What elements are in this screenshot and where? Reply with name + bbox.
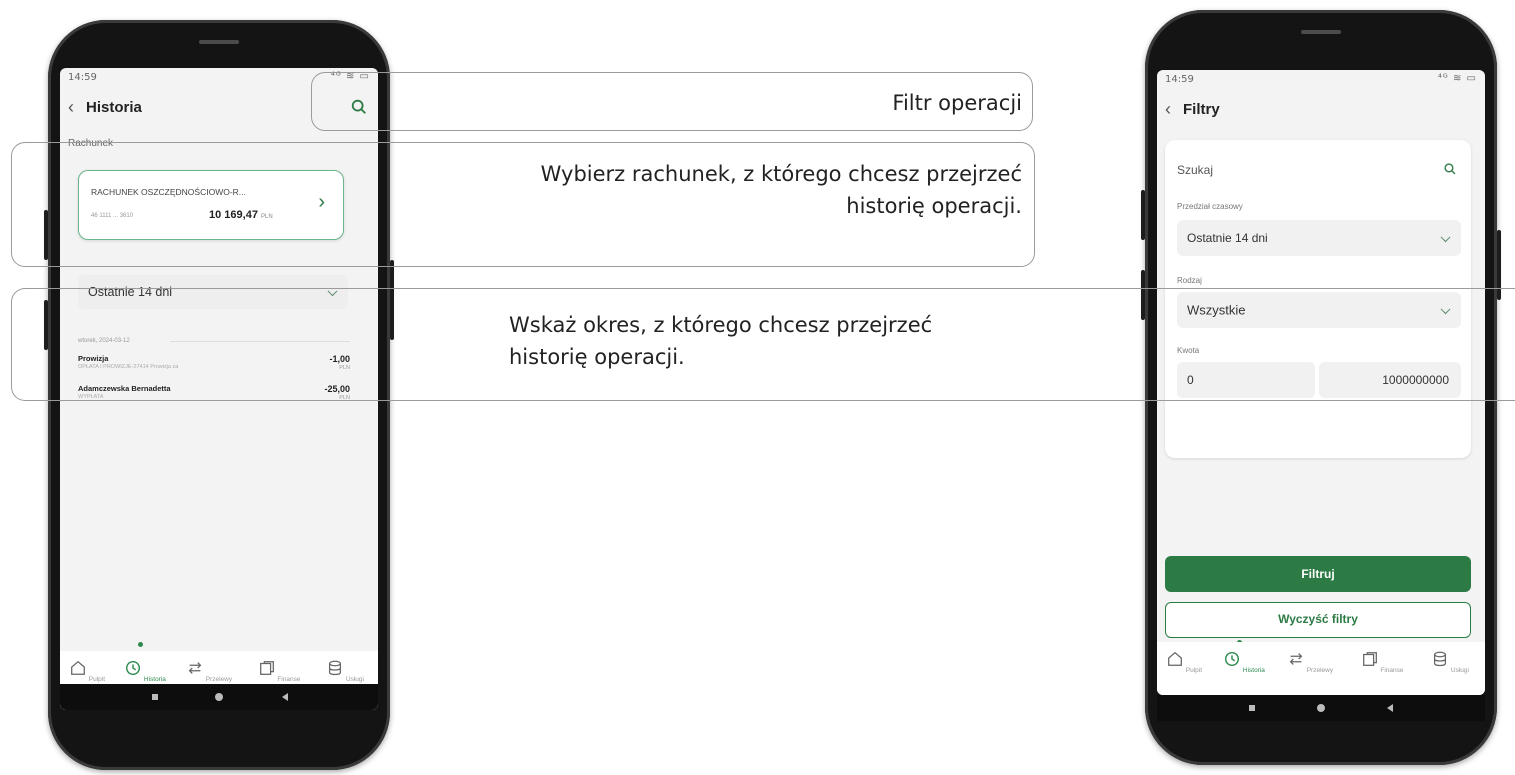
nav-label: Finanse bbox=[277, 676, 301, 683]
history-icon bbox=[1225, 651, 1240, 667]
transfer-icon bbox=[1289, 653, 1303, 665]
home-icon bbox=[71, 660, 85, 675]
callout-account-line2: historię operacji. bbox=[846, 194, 1022, 218]
recents-button[interactable] bbox=[1249, 705, 1255, 711]
app-bar: ‹ Filtry bbox=[1157, 90, 1485, 130]
period-select[interactable]: Ostatnie 14 dni bbox=[1177, 220, 1461, 256]
nav-label: Historia bbox=[1242, 667, 1265, 674]
type-label: Rodzaj bbox=[1177, 276, 1202, 285]
bottom-nav: Pulpit Historia Przelewy Finanse Usługi bbox=[1157, 642, 1485, 695]
nav-item-historia[interactable]: Historia bbox=[120, 659, 170, 683]
home-button[interactable] bbox=[215, 693, 223, 701]
search-icon[interactable] bbox=[1443, 162, 1457, 176]
period-value: Ostatnie 14 dni bbox=[1187, 231, 1268, 245]
callout-period-line2: historię operacji. bbox=[509, 345, 685, 369]
nav-label: Finanse bbox=[1380, 667, 1404, 674]
recents-button[interactable] bbox=[152, 694, 158, 700]
nav-item-finanse[interactable]: Finanse bbox=[1357, 650, 1407, 674]
nav-item-finanse[interactable]: Finanse bbox=[254, 659, 304, 683]
nav-item-przelewy[interactable]: Przelewy bbox=[184, 659, 234, 683]
period-label: Przedział czasowy bbox=[1177, 202, 1243, 211]
search-placeholder: Szukaj bbox=[1177, 163, 1214, 177]
nav-item-historia[interactable]: Historia bbox=[1219, 650, 1269, 674]
status-icons: ⁴ᴳ ≋ ▭ bbox=[1437, 73, 1477, 84]
services-icon bbox=[1434, 651, 1447, 667]
speaker-grille bbox=[1301, 30, 1341, 34]
nav-label: Przelewy bbox=[1306, 667, 1334, 674]
transfer-icon bbox=[188, 662, 202, 674]
active-tab-indicator bbox=[138, 642, 143, 647]
back-icon[interactable]: ‹ bbox=[68, 97, 74, 118]
nav-label: Historia bbox=[143, 676, 166, 683]
nav-item-pulpit[interactable]: Pulpit bbox=[62, 659, 112, 683]
speaker-grille bbox=[199, 40, 239, 44]
nav-label: Pulpit bbox=[1185, 667, 1203, 674]
page-title: Filtry bbox=[1183, 101, 1220, 118]
home-icon bbox=[1168, 651, 1182, 666]
nav-item-uslugi[interactable]: Usługi bbox=[1425, 650, 1475, 674]
nav-label: Pulpit bbox=[88, 676, 106, 683]
back-icon[interactable]: ‹ bbox=[1165, 99, 1171, 120]
status-bar: 14:59 ⁴ᴳ ≋ ▭ bbox=[1157, 70, 1485, 90]
nav-item-uslugi[interactable]: Usługi bbox=[320, 659, 370, 683]
nav-label: Przelewy bbox=[205, 676, 233, 683]
clear-filters-button[interactable]: Wyczyść filtry bbox=[1165, 602, 1471, 638]
filter-button[interactable]: Filtruj bbox=[1165, 556, 1471, 592]
finance-icon bbox=[1362, 652, 1377, 666]
finance-icon bbox=[259, 661, 274, 675]
status-time: 14:59 bbox=[68, 72, 97, 83]
callout-period-line1: Wskaż okres, z którego chcesz przejrzeć bbox=[509, 313, 933, 337]
page-title: Historia bbox=[86, 99, 142, 116]
home-button[interactable] bbox=[1317, 704, 1325, 712]
system-nav-bar bbox=[60, 684, 378, 710]
nav-label: Usługi bbox=[1450, 667, 1469, 674]
callout-period-text: Wskaż okres, z którego chcesz przejrzeć … bbox=[509, 309, 1029, 373]
back-button[interactable] bbox=[282, 693, 288, 701]
callout-account-text: Wybierz rachunek, z którego chcesz przej… bbox=[400, 158, 1022, 222]
chevron-down-icon bbox=[1440, 232, 1451, 243]
callout-account-line1: Wybierz rachunek, z którego chcesz przej… bbox=[540, 162, 1022, 186]
services-icon bbox=[329, 660, 342, 676]
nav-label: Usługi bbox=[345, 676, 364, 683]
status-time: 14:59 bbox=[1165, 74, 1194, 85]
side-button bbox=[1141, 190, 1145, 240]
search-field[interactable]: Szukaj bbox=[1173, 152, 1463, 186]
callout-filter-text: Filtr operacji bbox=[892, 91, 1022, 115]
system-nav-bar bbox=[1157, 695, 1485, 721]
nav-item-pulpit[interactable]: Pulpit bbox=[1159, 650, 1209, 674]
history-icon bbox=[126, 660, 141, 676]
nav-item-przelewy[interactable]: Przelewy bbox=[1285, 650, 1335, 674]
back-button[interactable] bbox=[1387, 704, 1393, 712]
